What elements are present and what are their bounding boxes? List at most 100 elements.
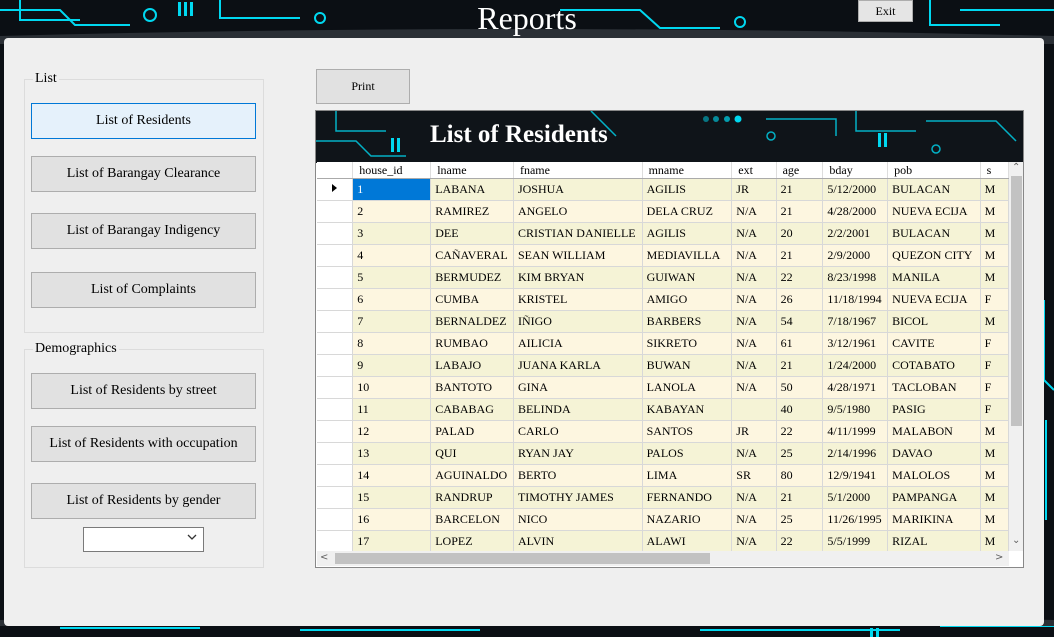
table-cell-s[interactable]: M (980, 530, 1009, 551)
table-cell-lname[interactable]: BERMUDEZ (430, 266, 514, 289)
table-cell-mname[interactable]: MEDIAVILLA (642, 244, 733, 267)
table-cell-mname[interactable]: BARBERS (642, 310, 733, 333)
table-cell-lname[interactable]: RUMBAO (430, 332, 514, 355)
table-cell-s[interactable]: M (980, 420, 1009, 443)
gender-select[interactable] (83, 527, 204, 552)
table-cell-pob[interactable]: QUEZON CITY (887, 244, 981, 267)
table-cell-house-id[interactable]: 11 (352, 398, 432, 421)
table-cell-lname[interactable]: RAMIREZ (430, 200, 514, 223)
column-header[interactable]: pob (887, 162, 981, 179)
table-cell-age[interactable]: 40 (776, 398, 824, 421)
table-cell-fname[interactable]: BELINDA (513, 398, 643, 421)
table-cell-house-id[interactable]: 7 (352, 310, 432, 333)
table-cell-age[interactable]: 54 (776, 310, 824, 333)
table-cell-bday[interactable]: 2/2/2001 (822, 222, 889, 245)
table-cell-bday[interactable]: 3/12/1961 (822, 332, 889, 355)
table-cell-pob[interactable]: NUEVA ECIJA (887, 200, 981, 223)
table-cell-mname[interactable]: LIMA (642, 464, 733, 487)
table-cell-age[interactable]: 21 (776, 200, 824, 223)
table-cell-s[interactable]: M (980, 508, 1009, 531)
table-cell-house-id[interactable]: 9 (352, 354, 432, 377)
table-cell-bday[interactable]: 7/18/1967 (822, 310, 889, 333)
column-header[interactable]: s (980, 162, 1009, 179)
table-cell-bday[interactable]: 1/24/2000 (822, 354, 889, 377)
table-cell-fname[interactable]: SEAN WILLIAM (513, 244, 643, 267)
table-cell-house-id[interactable]: 13 (352, 442, 432, 465)
table-cell-house-id[interactable]: 2 (352, 200, 432, 223)
table-cell-pob[interactable]: MARIKINA (887, 508, 981, 531)
table-cell-s[interactable]: F (980, 332, 1009, 355)
row-header[interactable] (317, 508, 354, 531)
table-cell-mname[interactable]: LANOLA (642, 376, 733, 399)
table-cell-lname[interactable]: BARCELON (430, 508, 514, 531)
table-cell-ext[interactable]: N/A (731, 486, 777, 509)
table-cell-pob[interactable]: PAMPANGA (887, 486, 981, 509)
table-cell-ext[interactable]: JR (731, 420, 777, 443)
table-cell-fname[interactable]: GINA (513, 376, 643, 399)
table-cell-ext[interactable]: SR (731, 464, 777, 487)
table-cell-s[interactable]: M (980, 266, 1009, 289)
scroll-down-icon[interactable]: ⌄ (1012, 535, 1020, 546)
row-header[interactable] (317, 332, 354, 355)
table-cell-bday[interactable]: 5/1/2000 (822, 486, 889, 509)
table-cell-age[interactable]: 25 (776, 442, 824, 465)
table-cell-s[interactable]: M (980, 178, 1009, 201)
row-header[interactable] (317, 486, 354, 509)
table-cell-mname[interactable]: ALAWI (642, 530, 733, 551)
table-cell-s[interactable]: M (980, 464, 1009, 487)
table-cell-mname[interactable]: AGILIS (642, 222, 733, 245)
table-cell-age[interactable]: 21 (776, 486, 824, 509)
table-cell-ext[interactable]: N/A (731, 200, 777, 223)
table-cell-mname[interactable]: PALOS (642, 442, 733, 465)
table-row[interactable]: 9 LABAJO JUANA KARLA BUWAN N/A 21 1/24/2000 COT… (317, 354, 1009, 377)
table-cell-bday[interactable]: 4/28/2000 (822, 200, 889, 223)
table-cell-age[interactable]: 61 (776, 332, 824, 355)
residents-by-street-button[interactable]: List of Residents by street (31, 373, 256, 409)
table-cell-lname[interactable]: BANTOTO (430, 376, 514, 399)
table-cell-age[interactable]: 25 (776, 508, 824, 531)
column-header[interactable]: bday (822, 162, 889, 179)
table-cell-ext[interactable]: JR (731, 178, 777, 201)
column-header[interactable]: mname (642, 162, 733, 179)
table-cell-ext[interactable]: N/A (731, 266, 777, 289)
table-cell-fname[interactable]: KIM BRYAN (513, 266, 643, 289)
column-header[interactable]: lname (430, 162, 514, 179)
table-cell-age[interactable]: 21 (776, 178, 824, 201)
table-cell-ext[interactable]: N/A (731, 376, 777, 399)
table-cell-fname[interactable]: AILICIA (513, 332, 643, 355)
table-cell-mname[interactable]: AMIGO (642, 288, 733, 311)
table-cell-fname[interactable]: RYAN JAY (513, 442, 643, 465)
table-cell-pob[interactable]: CAVITE (887, 332, 981, 355)
table-cell-mname[interactable]: AGILIS (642, 178, 733, 201)
table-cell-pob[interactable]: NUEVA ECIJA (887, 288, 981, 311)
table-cell-lname[interactable]: DEE (430, 222, 514, 245)
table-cell-age[interactable]: 22 (776, 420, 824, 443)
table-cell-age[interactable]: 20 (776, 222, 824, 245)
table-cell-bday[interactable]: 11/18/1994 (822, 288, 889, 311)
row-header[interactable] (317, 464, 354, 487)
table-cell-house-id[interactable]: 6 (352, 288, 432, 311)
table-row[interactable]: 1 LABANA JOSHUA AGILIS JR 21 5/12/2000 BULACAN M (317, 178, 1009, 201)
exit-button[interactable]: Exit (858, 0, 913, 22)
table-cell-house-id[interactable]: 5 (352, 266, 432, 289)
table-cell-house-id[interactable]: 1 (352, 178, 432, 201)
table-cell-fname[interactable]: BERTO (513, 464, 643, 487)
table-cell-s[interactable]: M (980, 442, 1009, 465)
table-cell-lname[interactable]: LABAJO (430, 354, 514, 377)
column-header[interactable]: fname (513, 162, 643, 179)
table-row[interactable]: 10 BANTOTO GINA LANOLA N/A 50 4/28/1971 TACLOBA… (317, 376, 1009, 399)
list-of-barangay-indigency-button[interactable]: List of Barangay Indigency (31, 213, 256, 249)
table-cell-ext[interactable] (731, 398, 777, 421)
table-cell-fname[interactable]: TIMOTHY JAMES (513, 486, 643, 509)
row-header[interactable] (317, 398, 354, 421)
table-cell-mname[interactable]: SANTOS (642, 420, 733, 443)
table-cell-mname[interactable]: FERNANDO (642, 486, 733, 509)
table-cell-ext[interactable]: N/A (731, 508, 777, 531)
list-of-barangay-clearance-button[interactable]: List of Barangay Clearance (31, 156, 256, 192)
table-row[interactable]: 6 CUMBA KRISTEL AMIGO N/A 26 11/18/1994 NUEVA E… (317, 288, 1009, 311)
column-header[interactable]: age (776, 162, 824, 179)
row-header[interactable] (317, 420, 354, 443)
table-cell-pob[interactable]: MALOLOS (887, 464, 981, 487)
table-cell-lname[interactable]: CABABAG (430, 398, 514, 421)
horizontal-scrollbar[interactable]: < > (317, 551, 1009, 566)
